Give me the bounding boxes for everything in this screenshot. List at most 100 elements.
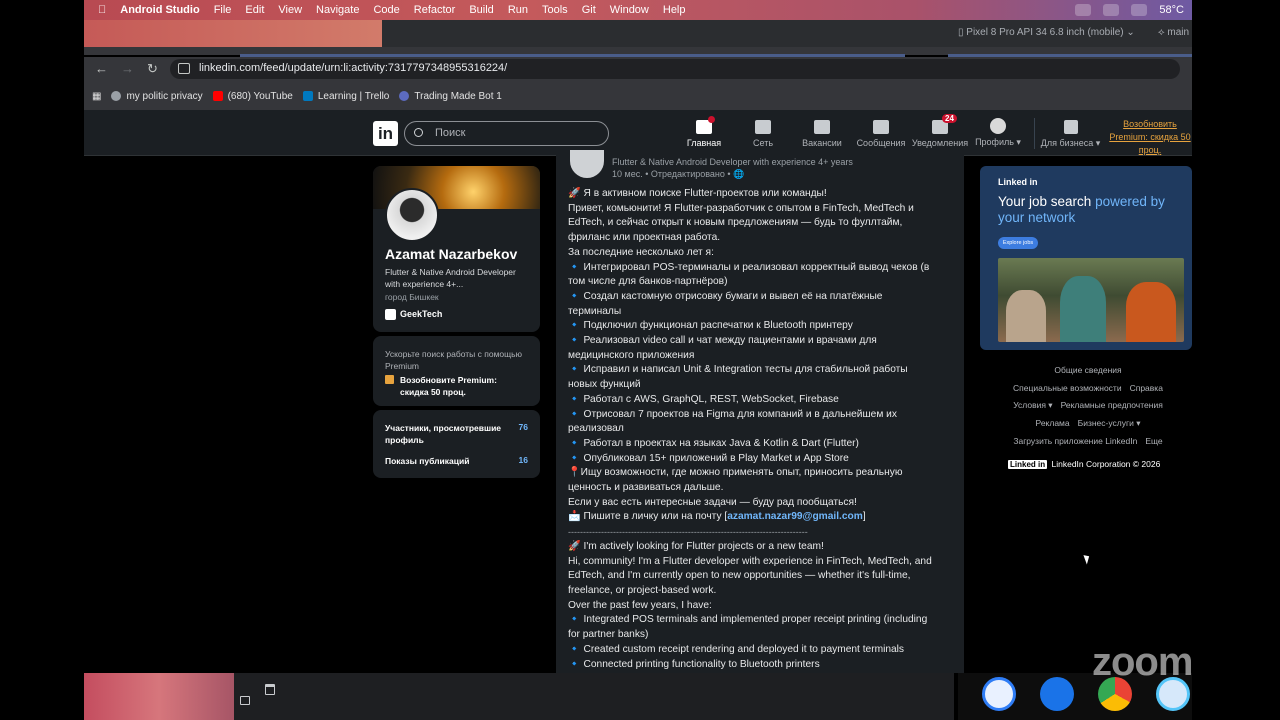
post-author-headline: Flutter & Native Android Developer with … (612, 157, 853, 167)
profile-card[interactable]: Azamat Nazarbekov Flutter & Native Andro… (373, 166, 540, 332)
briefcase-icon (814, 120, 830, 134)
phone-app-icon[interactable] (982, 677, 1016, 711)
address-bar[interactable]: linkedin.com/feed/update/urn:li:activity… (170, 59, 1180, 79)
post-line: За последние несколько лет я: (568, 246, 714, 258)
nav-jobs[interactable]: Вакансии (790, 118, 854, 148)
bookmark-item[interactable]: Learning | Trello (302, 91, 389, 102)
premium-cta[interactable]: Возобновите Premium: скидка 50 проц. (400, 374, 520, 398)
menu-android-studio[interactable]: Android Studio (120, 4, 199, 16)
post-line: терминалы (568, 305, 622, 317)
nav-network[interactable]: Сеть (731, 118, 795, 148)
apple-icon[interactable]:  (98, 4, 106, 16)
video-thumbnail (84, 673, 234, 720)
post-meta: 10 мес. • Отредактировано • 🌐 (612, 169, 744, 180)
email-link[interactable]: azamat.nazar99@gmail.com (727, 511, 863, 522)
menu-build[interactable]: Build (469, 4, 493, 16)
avatar (990, 118, 1006, 134)
zoom-watermark: zoom (1092, 640, 1193, 684)
footer-link[interactable]: Реклама (1036, 418, 1070, 428)
post-line: том числе для банков-партнёров) (568, 276, 728, 288)
trash-icon[interactable] (265, 684, 275, 695)
screen-share-icon[interactable] (1075, 4, 1092, 16)
bookmark-item[interactable]: (680) YouTube (212, 90, 293, 102)
footer-link[interactable]: Загрузить приложение LinkedIn (1013, 436, 1137, 446)
menu-tools[interactable]: Tools (542, 4, 568, 16)
menu-code[interactable]: Code (373, 4, 399, 16)
post-line: freelance, or project-based work. (568, 584, 717, 596)
post-line: 🔹 Опубликовал 15+ приложений в Play Mark… (568, 452, 849, 464)
menu-run[interactable]: Run (508, 4, 528, 16)
git-branch[interactable]: ⟡ main (1158, 27, 1189, 38)
trello-icon (302, 91, 313, 101)
footer-links: Общие сведения Специальные возможности Сп… (990, 362, 1186, 451)
footer-link[interactable]: Рекламные предпочтения (1061, 400, 1163, 410)
menubar-tray: 58°C (1075, 0, 1184, 20)
profile-avatar[interactable] (385, 188, 439, 242)
footer-link[interactable]: Бизнес-услуги ▾ (1078, 418, 1141, 428)
stat-value[interactable]: 76 (519, 422, 528, 432)
linkedin-footer-logo: Linked in (1008, 460, 1048, 469)
search-input[interactable]: Поиск (404, 121, 609, 146)
footer-link[interactable]: Еще (1145, 436, 1162, 446)
notification-dot (708, 116, 715, 123)
search-icon (414, 128, 423, 137)
footer-link[interactable]: Условия ▾ (1013, 400, 1052, 410)
nav-home[interactable]: Главная (672, 116, 736, 156)
footer-link[interactable]: Специальные возможности (1013, 383, 1122, 393)
nav-business[interactable]: Для бизнеса ▾ (1034, 118, 1106, 149)
premium-link[interactable]: Возобновить Premium: скидка 50 проц. (1108, 118, 1192, 157)
youtube-icon (212, 91, 223, 101)
back-icon[interactable]: ← (95, 61, 108, 76)
post-author-avatar[interactable] (570, 150, 604, 178)
footer-link[interactable]: Общие сведения (1054, 365, 1121, 375)
post-line: Over the past few years, I have: (568, 599, 712, 611)
menu-view[interactable]: View (278, 4, 302, 16)
footer-link[interactable]: Справка (1130, 383, 1163, 393)
video-thumbnail (84, 20, 382, 47)
bookmark-label: (680) YouTube (227, 90, 293, 102)
menu-navigate[interactable]: Navigate (316, 4, 359, 16)
forward-icon[interactable]: → (121, 61, 134, 76)
menu-refactor[interactable]: Refactor (414, 4, 456, 16)
post-line: EdTech, и сейчас открыт к новым предложе… (568, 217, 903, 229)
bot-icon (399, 91, 410, 101)
copyright-text: LinkedIn Corporation © 2026 (1051, 459, 1161, 469)
control-center-icon[interactable] (1103, 4, 1120, 16)
reload-icon[interactable]: ↻ (147, 61, 158, 77)
post-line: Hi, community! I'm a Flutter developer w… (568, 555, 932, 567)
stat-label[interactable]: Показы публикаций (385, 455, 505, 467)
linkedin-page: in Поиск Главная Сеть Вакансии Сообщения… (84, 110, 1192, 673)
stat-label[interactable]: Участники, просмотревшие профиль (385, 422, 505, 446)
nav-label: Сообщения (856, 138, 906, 148)
profile-name[interactable]: Azamat Nazarbekov (385, 246, 517, 262)
job-search-ad[interactable]: Linked in Your job search powered by your… (980, 166, 1192, 350)
globe-icon: 🌐 (733, 169, 745, 179)
linkedin-logo[interactable]: in (373, 121, 398, 146)
nav-messaging[interactable]: Сообщения (849, 118, 913, 148)
messages-app-icon[interactable] (1040, 677, 1074, 711)
menu-window[interactable]: Window (610, 4, 649, 16)
apps-grid-icon[interactable]: ▦ (92, 91, 101, 102)
premium-icon (385, 375, 394, 384)
explore-jobs-button[interactable]: Explore jobs (998, 237, 1038, 249)
site-settings-icon[interactable] (178, 63, 190, 74)
premium-card[interactable]: Ускорьте поиск работы с помощью Premium … (373, 336, 540, 406)
menu-git[interactable]: Git (582, 4, 596, 16)
nav-profile[interactable]: Профиль ▾ (966, 118, 1030, 148)
stat-value[interactable]: 16 (519, 455, 528, 465)
temperature-readout[interactable]: 58°C (1159, 4, 1184, 16)
menu-file[interactable]: File (214, 4, 232, 16)
post-line: Если у вас есть интересные задачи — буду… (568, 496, 857, 508)
profile-company[interactable]: GeekTech (400, 309, 442, 319)
wifi-icon[interactable] (1131, 4, 1148, 16)
bookmark-item[interactable]: my politic privacy (111, 91, 203, 102)
menu-help[interactable]: Help (663, 4, 686, 16)
terminal-icon[interactable] (240, 696, 250, 705)
premium-text: Ускорьте поиск работы с помощью Premium (385, 349, 522, 371)
post-line: 🔹 Реализовал video call и чат между паци… (568, 335, 877, 347)
menu-edit[interactable]: Edit (245, 4, 264, 16)
ad-title-highlight: powered by (1095, 194, 1165, 209)
nav-notifications[interactable]: 24 Уведомления (908, 114, 972, 148)
device-selector[interactable]: ▯ Pixel 8 Pro API 34 6.8 inch (mobile) ⌄ (958, 27, 1135, 38)
bookmark-item[interactable]: Trading Made Bot 1 (399, 91, 502, 102)
